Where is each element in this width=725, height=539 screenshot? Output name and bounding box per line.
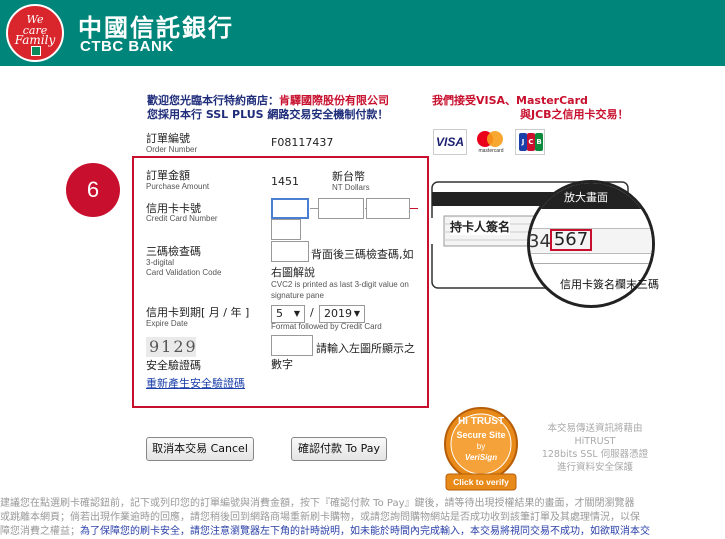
welcome-line-2: 您採用本行 SSL PLUS 網路交易安全機制付款！ xyxy=(147,108,389,121)
expiry-month-select[interactable]: 5 ▼ xyxy=(271,305,305,323)
hitrust-info-line: 128bits SSL 伺服器憑證 xyxy=(541,449,649,460)
order-number-value: F08117437 xyxy=(271,136,334,149)
captcha-image: 9129 xyxy=(146,337,196,357)
expiry-note: Format followed by Credit Card xyxy=(271,322,382,331)
amount-label: 訂單金額 xyxy=(146,169,190,182)
cvv-caption: 信用卡簽名欄末三碼 xyxy=(560,278,659,291)
expiry-sub: Expire Date xyxy=(146,319,188,328)
zoom-label: 放大畫面 xyxy=(564,191,608,204)
captcha-hint: 請輸入左圖所顯示之 xyxy=(316,342,415,355)
jcb-logo: JCB xyxy=(515,129,545,155)
accept-cards-line-2: 與JCB之信用卡交易！ xyxy=(520,108,629,121)
header-bar: We care Family 中國信託銀行 CTBC BANK xyxy=(0,0,725,66)
hitrust-info-line: 進行資料安全保護 xyxy=(556,462,633,473)
captcha-label: 安全驗證碼 xyxy=(146,359,201,372)
step-number-badge: 6 xyxy=(66,163,120,217)
logo-square-icon xyxy=(31,46,41,56)
expiry-separator: / xyxy=(310,306,314,319)
cvv-label: 三碼檢查碼 xyxy=(146,245,201,258)
regenerate-captcha-link[interactable]: 重新產生安全驗證碼 xyxy=(146,375,245,391)
hitrust-text: by xyxy=(476,442,486,451)
cvv-digits: 567 xyxy=(550,229,592,251)
amount-value: 1451 xyxy=(271,175,299,188)
hitrust-text: Hi TRUST xyxy=(457,416,505,427)
pay-button[interactable]: 確認付款 To Pay xyxy=(291,437,387,461)
cvv-hint-2: 右圖解說 xyxy=(271,266,315,279)
card-number-input-3[interactable] xyxy=(366,198,410,219)
card-number-sub: Credit Card Number xyxy=(146,214,218,223)
cancel-button[interactable]: 取消本交易 Cancel xyxy=(146,437,254,461)
hitrust-text: Secure Site xyxy=(456,430,506,440)
currency-label: 新台幣 xyxy=(332,170,365,183)
hitrust-text: VeriSign xyxy=(464,453,498,462)
cvv-note-2: signature pane xyxy=(271,291,324,300)
notice-line: 障您消費之權益；為了保障您的刷卡安全，請您注意瀏覽器左下角的計時說明，如未能於時… xyxy=(0,525,725,539)
hitrust-info-line: 本交易傳送資訊將藉由 xyxy=(547,423,643,434)
bank-name-en: CTBC BANK xyxy=(80,38,174,55)
expiry-label: 信用卡到期[ 月 / 年 ] xyxy=(146,306,250,319)
signature-label: 持卡人簽名 xyxy=(450,218,511,235)
bottom-notice: 建議您在點選刷卡確認鈕前，記下或列印您的訂單編號與消費金額，按下『確認付款 To… xyxy=(0,497,725,539)
expiry-year-select[interactable]: 2019 ▼ xyxy=(319,305,365,323)
hitrust-badge[interactable]: Hi TRUST Secure Site by VeriSign Click t… xyxy=(440,406,522,492)
we-care-family-logo: We care Family xyxy=(6,4,64,62)
expiry-year-value: 2019 xyxy=(324,307,352,320)
expiry-month-value: 5 xyxy=(276,307,283,320)
cvv-sub-1: 3-digital xyxy=(146,258,175,267)
captcha-input[interactable] xyxy=(271,335,313,356)
currency-sub: NT Dollars xyxy=(332,183,370,192)
cvv-note-1: CVC2 is printed as last 3-digit value on xyxy=(271,280,409,289)
hitrust-info-line: HiTRUST xyxy=(574,436,616,447)
mastercard-text: mastercard xyxy=(478,148,504,154)
hitrust-info: 本交易傳送資訊將藉由 HiTRUST 128bits SSL 伺服器憑證 進行資… xyxy=(540,422,650,474)
mastercard-logo: mastercard xyxy=(471,129,511,155)
hitrust-verify-text: Click to verify xyxy=(453,477,509,487)
digits-prefix: 34 xyxy=(528,231,551,252)
notice-prefix: 障您消費之權益； xyxy=(0,526,80,537)
cvv-sub-2: Card Validation Code xyxy=(146,268,222,277)
notice-line: 建議您在點選刷卡確認鈕前，記下或列印您的訂單編號與消費金額，按下『確認付款 To… xyxy=(0,498,635,509)
cvv-input[interactable] xyxy=(271,241,309,262)
order-number-label: 訂單編號 xyxy=(146,132,190,145)
cvv-hint: 背面後三碼檢查碼,如 xyxy=(311,248,414,261)
logo-text: Family xyxy=(14,33,56,47)
amount-sub: Purchase Amount xyxy=(146,182,210,191)
chevron-down-icon: ▼ xyxy=(353,309,360,318)
captcha-hint-2: 數字 xyxy=(271,358,293,371)
notice-line: 或跳離本網頁；倘若出現作業逾時的回應，請您稍後回到網路商場重新刷卡購物，或請您詢… xyxy=(0,512,640,523)
card-number-input-1[interactable] xyxy=(271,198,309,219)
card-number-input-2[interactable] xyxy=(318,198,364,219)
chevron-down-icon: ▼ xyxy=(293,309,300,318)
notice-highlight: 為了保障您的刷卡安全，請您注意瀏覽器左下角的計時說明，如未能於時間內完成輸入，本… xyxy=(80,526,650,537)
dash xyxy=(310,208,318,209)
visa-logo: VISA xyxy=(433,129,467,155)
order-number-sub: Order Number xyxy=(146,145,198,154)
dash xyxy=(410,208,418,209)
card-number-input-4[interactable] xyxy=(271,219,301,240)
card-logos: VISA mastercard JCB xyxy=(431,125,547,159)
